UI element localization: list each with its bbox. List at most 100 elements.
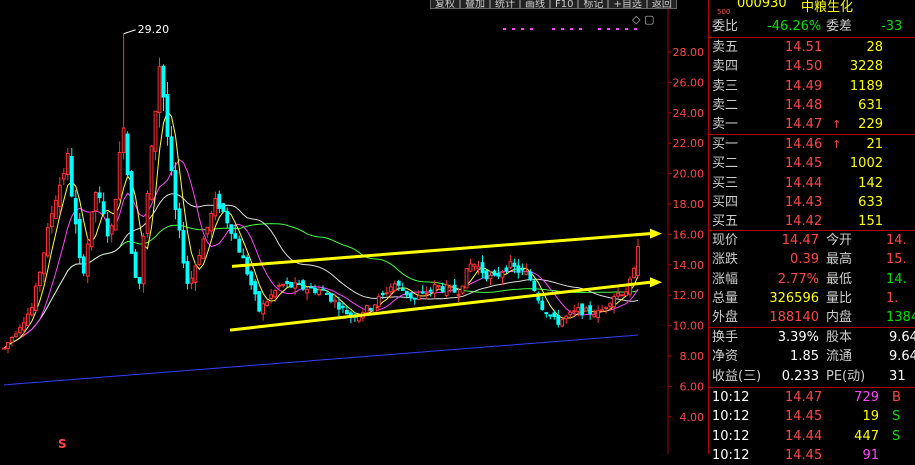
candlestick[interactable]	[69, 147, 74, 198]
candlestick[interactable]	[121, 33, 126, 160]
order-row[interactable]: 买二 14.45 1002	[709, 154, 915, 173]
candlestick[interactable]	[53, 195, 58, 220]
candlestick[interactable]	[564, 314, 569, 324]
candlestick[interactable]	[604, 306, 609, 314]
toolbar-button[interactable]: 画线	[520, 0, 550, 9]
candlestick[interactable]	[628, 276, 632, 298]
candlestick[interactable]	[468, 258, 473, 273]
candlestick[interactable]	[137, 277, 142, 290]
candlestick[interactable]	[424, 286, 429, 300]
candlestick[interactable]	[540, 296, 545, 311]
candlestick[interactable]	[420, 285, 425, 295]
candlestick[interactable]	[37, 271, 42, 293]
candlestick[interactable]	[209, 211, 214, 239]
candlestick[interactable]	[588, 301, 593, 320]
candlestick[interactable]	[620, 293, 624, 297]
order-row[interactable]: 买四 14.43 633	[709, 193, 915, 212]
candlestick[interactable]	[233, 225, 238, 240]
order-row[interactable]: 买三 14.44 142	[709, 174, 915, 193]
candlestick[interactable]	[301, 278, 305, 291]
candlestick[interactable]	[456, 288, 461, 302]
candlestick[interactable]	[309, 282, 313, 289]
candlestick[interactable]	[221, 202, 226, 214]
candlestick[interactable]	[632, 266, 636, 279]
candlestick[interactable]	[117, 141, 122, 201]
candlestick[interactable]	[460, 285, 465, 295]
candlestick[interactable]	[30, 303, 34, 317]
candlestick[interactable]	[65, 147, 70, 181]
toolbar-button[interactable]: 复权	[430, 0, 460, 9]
candlestick[interactable]	[109, 223, 114, 243]
candlestick[interactable]	[536, 291, 541, 304]
candlestick[interactable]	[73, 189, 78, 234]
toolbar-button[interactable]: 统计	[490, 0, 520, 9]
candlestick[interactable]	[253, 278, 258, 301]
candlestick[interactable]	[105, 211, 110, 243]
candlestick[interactable]	[616, 287, 620, 299]
order-row[interactable]: 卖五 14.51 28	[709, 38, 915, 57]
candlestick[interactable]	[484, 269, 489, 282]
candlestick[interactable]	[201, 236, 206, 260]
candlestick[interactable]	[500, 269, 505, 285]
candlestick[interactable]	[392, 280, 397, 293]
chart-corner-icons[interactable]: ◇ ▢	[632, 13, 654, 26]
order-row[interactable]: 买一 14.46 ↑ 21	[709, 135, 915, 154]
candlestick[interactable]	[197, 249, 202, 266]
candlestick[interactable]	[217, 190, 222, 214]
candlestick[interactable]	[181, 221, 186, 268]
candlestick[interactable]	[289, 281, 293, 289]
candlestick[interactable]	[476, 260, 481, 275]
diamond-icon[interactable]: ◇	[632, 13, 640, 26]
candlestick[interactable]	[141, 233, 146, 293]
candlestick[interactable]	[133, 248, 138, 279]
candlestick[interactable]	[165, 82, 170, 146]
toolbar-button[interactable]: 叠加	[460, 0, 490, 9]
candlestick[interactable]	[6, 342, 10, 354]
candlestick[interactable]	[297, 280, 301, 285]
candlestick[interactable]	[2, 347, 6, 350]
candlestick[interactable]	[237, 235, 242, 253]
candlestick[interactable]	[516, 259, 521, 279]
candlestick[interactable]	[177, 202, 182, 239]
candlestick[interactable]	[277, 282, 282, 289]
candlestick[interactable]	[305, 286, 309, 301]
candlestick[interactable]	[269, 289, 274, 304]
stock-code[interactable]: 000930	[737, 0, 787, 11]
kline-chart-svg[interactable]: 28.00 26.00 24.00 22.00 20.00 18.00 16.00 14.00…	[0, 0, 708, 454]
candlestick[interactable]	[472, 263, 477, 271]
candlestick[interactable]	[281, 283, 286, 288]
candlestick[interactable]	[544, 311, 549, 318]
candlestick[interactable]	[480, 255, 485, 279]
candlestick[interactable]	[508, 255, 513, 270]
candlestick[interactable]	[89, 211, 94, 251]
candlestick[interactable]	[101, 192, 106, 217]
candlestick[interactable]	[261, 299, 266, 321]
candlestick[interactable]	[173, 162, 178, 220]
stock-name[interactable]: 中粮生化	[801, 0, 853, 15]
candlestick[interactable]	[249, 270, 254, 290]
candlestick[interactable]	[85, 237, 90, 284]
candlestick[interactable]	[125, 131, 130, 179]
window-icon[interactable]: ▢	[644, 13, 654, 26]
order-row[interactable]: 卖一 14.47 ↑ 229	[709, 115, 915, 134]
candlestick[interactable]	[548, 314, 553, 320]
candlestick[interactable]	[189, 270, 194, 290]
candlestick[interactable]	[161, 64, 166, 111]
candlestick[interactable]	[61, 168, 66, 186]
candlestick[interactable]	[341, 302, 345, 314]
candlestick[interactable]	[520, 263, 525, 275]
candlestick[interactable]	[584, 306, 589, 312]
candlestick[interactable]	[636, 238, 640, 279]
candlestick[interactable]	[265, 299, 270, 307]
toolbar-button[interactable]: 返回	[646, 0, 677, 9]
candlestick[interactable]	[157, 57, 162, 128]
candlestick[interactable]	[384, 286, 389, 296]
candlestick[interactable]	[149, 144, 154, 201]
candlestick[interactable]	[580, 303, 585, 319]
candlestick[interactable]	[488, 270, 493, 285]
candlestick[interactable]	[77, 213, 82, 264]
upper-trend-line[interactable]	[231, 232, 651, 268]
candlestick[interactable]	[612, 293, 616, 314]
candlestick[interactable]	[444, 280, 449, 298]
order-row[interactable]: 卖三 14.49 1189	[709, 77, 915, 96]
